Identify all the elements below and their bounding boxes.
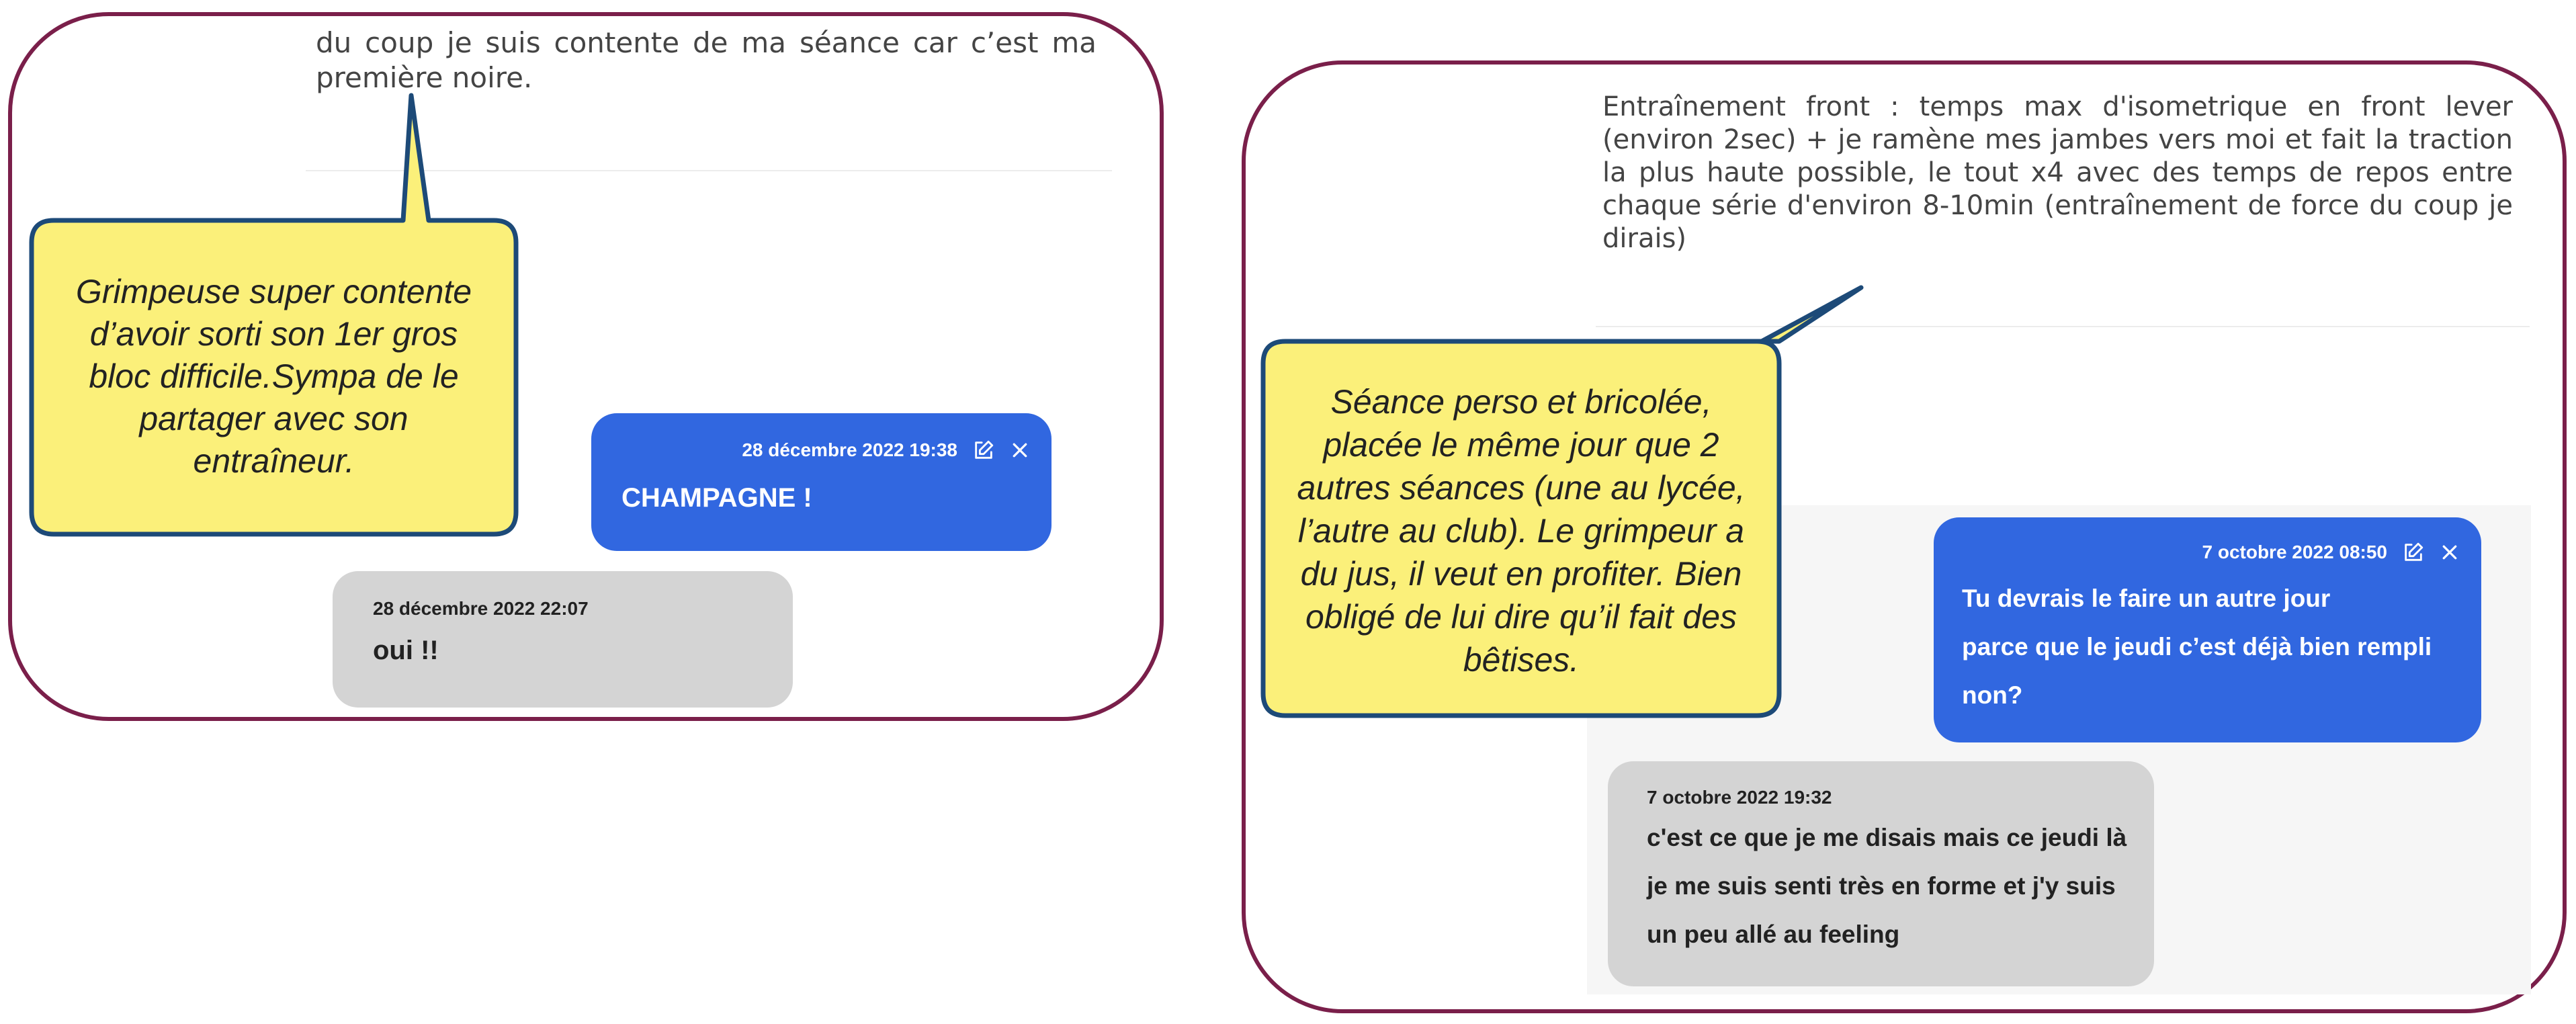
right-callout-note: Séance perso et bricolée, placée le même… bbox=[1297, 383, 1746, 679]
